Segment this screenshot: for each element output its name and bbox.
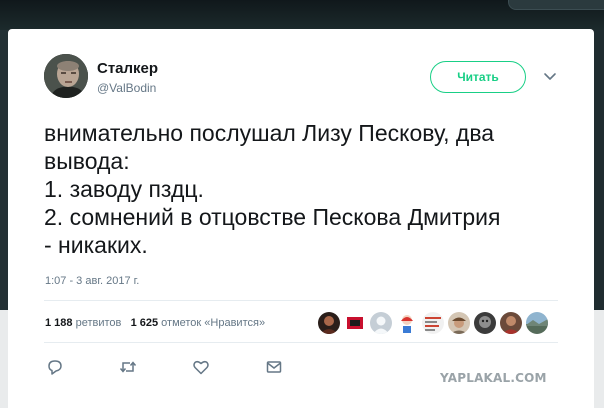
background-top-bar — [0, 0, 604, 30]
reply-icon[interactable] — [46, 358, 64, 376]
tweet-actions — [46, 358, 306, 376]
liker-avatar[interactable] — [396, 312, 418, 334]
tweet-timestamp[interactable]: 1:07 - 3 авг. 2017 г. — [45, 275, 139, 287]
tweet-card: Сталкер @ValBodin Читать внимательно пос… — [8, 29, 594, 408]
liker-avatar[interactable] — [448, 312, 470, 334]
tweet-stats: 1 188 ретвитов 1 625 отметок «Нравится» — [45, 317, 265, 329]
retweet-icon[interactable] — [119, 358, 137, 376]
likes-count: 1 625 — [130, 317, 159, 329]
background-left-strip — [0, 30, 8, 310]
follow-button[interactable]: Читать — [430, 61, 526, 93]
avatar[interactable] — [44, 54, 88, 98]
tweet-line: - никаких. — [44, 232, 148, 258]
tweet-line: 2. сомнений в отцовстве Пескова Дмитрия — [44, 204, 501, 230]
liker-avatar[interactable] — [474, 312, 496, 334]
liker-avatar[interactable] — [526, 312, 548, 334]
liker-avatar[interactable] — [318, 312, 340, 334]
like-icon[interactable] — [192, 358, 210, 376]
retweets-count: 1 188 — [45, 317, 73, 329]
watermark: YAPLAKAL.COM — [440, 371, 547, 385]
liker-avatar[interactable] — [500, 312, 522, 334]
tweet-line: внимательно послушал Лизу Пескову, два — [44, 120, 495, 146]
user-name[interactable]: Сталкер — [97, 60, 158, 77]
likers-avatars — [318, 312, 558, 334]
background-right-strip — [594, 30, 604, 310]
divider — [44, 300, 558, 301]
divider — [44, 342, 558, 343]
tweet-line: 1. заводу пздц. — [44, 176, 204, 202]
user-handle[interactable]: @ValBodin — [97, 81, 156, 95]
topbar-search-field — [508, 0, 604, 10]
likes-stat[interactable]: 1 625 отметок «Нравится» — [131, 317, 266, 329]
retweet-stat[interactable]: 1 188 ретвитов — [45, 317, 124, 329]
likes-label: отметок «Нравится» — [161, 317, 266, 329]
tweet-text: внимательно послушал Лизу Пескову, два в… — [44, 119, 584, 259]
liker-avatar[interactable] — [422, 312, 444, 334]
chevron-down-icon[interactable] — [542, 69, 558, 85]
avatar-image — [44, 54, 88, 98]
retweets-label: ретвитов — [75, 317, 122, 329]
liker-avatar[interactable] — [370, 312, 392, 334]
tweet-line: вывода: — [44, 148, 130, 174]
message-icon[interactable] — [265, 358, 283, 376]
liker-avatar[interactable] — [344, 312, 366, 334]
